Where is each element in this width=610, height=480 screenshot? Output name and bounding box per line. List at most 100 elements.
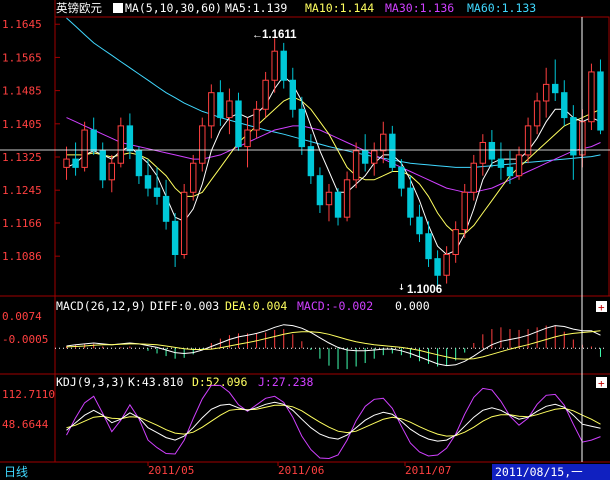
macd-value-readout: MACD:-0.002 <box>297 299 373 313</box>
candle-up <box>452 229 459 256</box>
macd-ytick-low: -0.0005 <box>2 333 48 346</box>
candle-up <box>479 141 487 164</box>
symbol-name: 英镑欧元 <box>56 1 102 15</box>
stock-chart[interactable]: 英镑欧元 MA(5,10,30,60) MA5:1.139 MA10:1.144… <box>0 0 610 480</box>
kdj-k-line <box>66 401 601 442</box>
candle-down <box>217 92 224 119</box>
candle-down <box>497 158 505 168</box>
candle-up <box>325 191 333 206</box>
candle-up <box>190 162 197 193</box>
period-tab-daily[interactable]: 日线 <box>4 465 28 479</box>
candle-up <box>533 100 541 127</box>
price-ytick: 1.1166 <box>2 217 42 230</box>
candle-down <box>307 146 315 177</box>
x-date-label-may: 2011/05 <box>148 464 194 477</box>
candle-down <box>425 233 432 260</box>
kdj-j-readout: J:27.238 <box>258 375 313 389</box>
candle-up <box>461 191 468 231</box>
ma60-readout: MA60:1.133 <box>467 1 536 15</box>
macd-diff-line <box>66 324 601 367</box>
candle-down <box>280 50 287 81</box>
price-ytick: 1.1645 <box>2 18 42 31</box>
candle-down <box>153 187 161 197</box>
ma10-readout: MA10:1.144 <box>305 1 374 15</box>
candle-down <box>316 175 324 206</box>
kdj-ytick-high: 112.7110 <box>2 388 55 401</box>
high-price-label: 1.1611 <box>262 29 297 41</box>
price-ytick: 1.1325 <box>2 151 42 164</box>
candle-down <box>171 220 179 256</box>
kdj-d-line <box>66 404 601 437</box>
candle-down <box>389 133 396 168</box>
candle-down <box>162 195 170 222</box>
price-ytick: 1.1565 <box>2 51 42 64</box>
candle-down <box>361 150 369 164</box>
candle-down <box>561 92 568 119</box>
x-date-label-jul: 2011/07 <box>405 464 451 477</box>
candle-down <box>126 125 134 152</box>
candle-down <box>135 150 143 177</box>
kdj-d-readout: D:52.096 <box>192 375 247 389</box>
macd-header: MACD(26,12,9) <box>56 299 146 313</box>
candle-up <box>542 83 550 102</box>
kdj-k-readout: K:43.810 <box>128 375 183 389</box>
ma-toggle-icon[interactable] <box>113 3 123 13</box>
candle-down <box>235 100 242 148</box>
candle-down <box>506 166 514 177</box>
candle-down <box>72 158 79 168</box>
cursor-date-label: 2011/08/15,一 <box>495 465 583 479</box>
candle-up <box>515 154 523 177</box>
candle-up <box>253 108 260 131</box>
candle-up <box>380 133 387 152</box>
ma60-line <box>66 17 601 168</box>
candle-up <box>244 129 251 148</box>
ma-header: MA(5,10,30,60) <box>125 1 222 15</box>
macd-dea-readout: DEA:0.004 <box>225 299 287 313</box>
ma30-readout: MA30:1.136 <box>385 1 454 15</box>
candle-up <box>343 179 351 218</box>
candle-up <box>63 158 70 168</box>
candle-down <box>334 191 342 218</box>
candle-down <box>398 166 405 189</box>
plus-icon: + <box>598 377 605 390</box>
candle-down <box>597 71 604 131</box>
candle-up <box>588 71 595 123</box>
candle-up <box>352 150 360 181</box>
kdj-ytick-low: 48.6644 <box>2 418 49 431</box>
candle-up <box>262 79 269 110</box>
candle-up <box>108 162 115 181</box>
candle-down <box>488 141 496 160</box>
candle-down <box>407 187 414 218</box>
macd-diff-readout: DIFF:0.003 <box>150 299 219 313</box>
candle-down <box>90 129 97 152</box>
candle-up <box>443 254 450 276</box>
kdj-j-line <box>66 384 601 460</box>
candle-down <box>570 117 577 156</box>
candle-up <box>199 125 206 164</box>
low-marker: ↓ <box>398 279 405 293</box>
candle-up <box>208 92 215 127</box>
candle-up <box>117 125 125 164</box>
candle-down <box>434 258 441 276</box>
price-ytick: 1.1086 <box>2 250 42 263</box>
candle-down <box>298 108 306 148</box>
candle-up <box>226 100 233 119</box>
candle-up <box>180 191 188 256</box>
candle-up <box>470 162 477 193</box>
ma5-readout: MA5:1.139 <box>225 1 287 15</box>
candle-down <box>552 83 559 94</box>
plus-icon: + <box>598 301 605 314</box>
macd-ytick-high: 0.0074 <box>2 310 42 323</box>
x-date-label-jun: 2011/06 <box>278 464 324 477</box>
macd-extra-readout: 0.000 <box>395 299 430 313</box>
candle-up <box>371 150 378 164</box>
candle-down <box>99 150 106 181</box>
low-price-label: 1.1006 <box>407 284 442 296</box>
candle-down <box>416 216 423 235</box>
price-ytick: 1.1485 <box>2 85 42 98</box>
candle-down <box>144 175 152 189</box>
kdj-header: KDJ(9,3,3) <box>56 375 125 389</box>
candle-down <box>289 79 296 110</box>
candle-up <box>81 129 88 168</box>
price-ytick: 1.1405 <box>2 118 42 131</box>
